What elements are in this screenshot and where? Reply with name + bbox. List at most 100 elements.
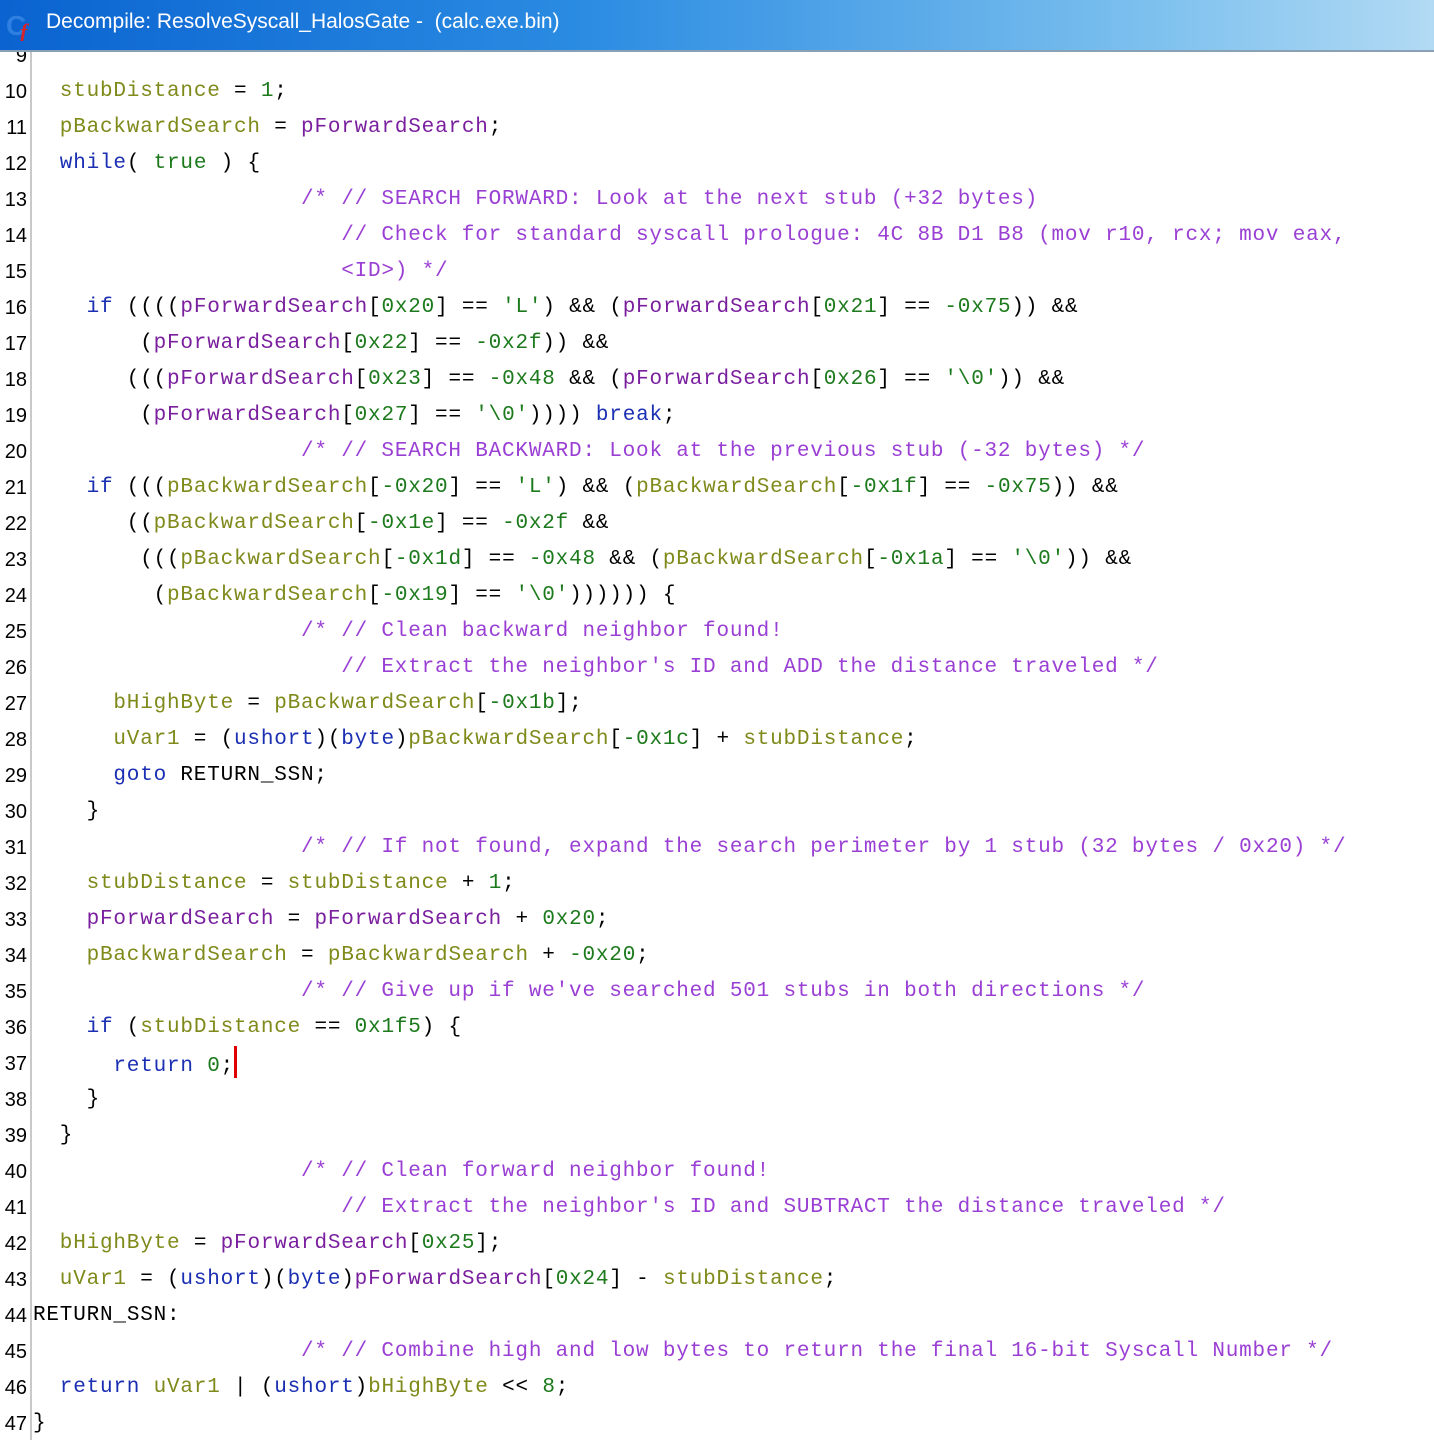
variable-token[interactable]: pBackwardSearch xyxy=(408,728,609,751)
operator-token[interactable]: } xyxy=(33,1412,46,1435)
char-literal-token[interactable]: 'L' xyxy=(502,296,542,319)
operator-token[interactable]: ] == xyxy=(918,476,985,499)
operator-token[interactable]: + xyxy=(502,908,542,931)
variable-token[interactable]: bHighByte xyxy=(60,1232,181,1255)
variable-token[interactable]: uVar1 xyxy=(60,1268,127,1291)
operator-token[interactable]: ((( xyxy=(113,476,167,499)
keyword-token[interactable]: if xyxy=(87,296,114,319)
variable-token[interactable]: uVar1 xyxy=(154,1376,221,1399)
operator-token[interactable]: ]; xyxy=(556,692,583,715)
code-text[interactable]: RETURN_SSN: xyxy=(33,1298,180,1334)
operator-token[interactable]: ) xyxy=(395,728,408,751)
code-text[interactable]: (((pBackwardSearch[-0x1d] == -0x48 && (p… xyxy=(140,542,1132,578)
operator-token[interactable]: )) && xyxy=(1065,548,1132,571)
code-line[interactable]: 47} xyxy=(0,1406,1434,1440)
code-text[interactable]: /* // SEARCH BACKWARD: Look at the previ… xyxy=(301,434,1145,470)
variable-token[interactable]: pBackwardSearch xyxy=(60,116,261,139)
char-literal-token[interactable]: '\0' xyxy=(1011,548,1065,571)
operator-token[interactable]: ] == xyxy=(877,368,944,391)
operator-token[interactable]: )) && xyxy=(1011,296,1078,319)
operator-token[interactable]: )))) xyxy=(529,404,596,427)
code-line[interactable]: 38} xyxy=(0,1082,1434,1118)
code-line[interactable]: 12 while( true ) { xyxy=(0,146,1434,182)
operator-token[interactable]: ] == xyxy=(408,404,475,427)
code-line[interactable]: 28 uVar1 = (ushort)(byte)pBackwardSearch[… xyxy=(0,722,1434,758)
operator-token[interactable]: && ( xyxy=(556,368,623,391)
operator-token[interactable]: = xyxy=(180,1232,220,1255)
operator-token[interactable]: (((( xyxy=(113,296,180,319)
operator-token[interactable]: ) && ( xyxy=(542,296,622,319)
operator-token[interactable]: = xyxy=(247,872,287,895)
variable-token[interactable]: stubDistance xyxy=(288,872,449,895)
variable-token[interactable]: bHighByte xyxy=(113,692,234,715)
number-token[interactable]: 0x23 xyxy=(368,368,422,391)
parameter-token[interactable]: pForwardSearch xyxy=(355,1268,543,1291)
operator-token[interactable]: ; xyxy=(221,1055,234,1078)
operator-token[interactable]: ((( xyxy=(140,548,180,571)
code-line[interactable]: 32 stubDistance = stubDistance + 1; xyxy=(0,866,1434,902)
code-text[interactable]: bHighByte = pForwardSearch[0x25]; xyxy=(60,1226,502,1262)
variable-token[interactable]: stubDistance xyxy=(87,872,248,895)
number-token[interactable]: 0x25 xyxy=(422,1232,476,1255)
number-token[interactable]: 8 xyxy=(542,1376,555,1399)
operator-token[interactable]: ] == xyxy=(422,368,489,391)
code-line[interactable]: 16 if ((((pForwardSearch[0x20] == 'L') &&… xyxy=(0,290,1434,326)
operator-token[interactable]: [ xyxy=(355,368,368,391)
code-text[interactable]: /* // If not found, expand the search pe… xyxy=(301,830,1346,866)
code-line[interactable]: 25 /* // Clean backward neighbor found! xyxy=(0,614,1434,650)
code-line[interactable]: 29 goto RETURN_SSN; xyxy=(0,758,1434,794)
number-token[interactable]: -0x48 xyxy=(489,368,556,391)
operator-token[interactable]: [ xyxy=(408,1232,421,1255)
keyword-token[interactable]: goto xyxy=(113,764,167,787)
variable-token[interactable]: stubDistance xyxy=(663,1268,824,1291)
operator-token[interactable]: ] == xyxy=(435,296,502,319)
variable-token[interactable]: pBackwardSearch xyxy=(636,476,837,499)
operator-token[interactable]: ] == xyxy=(435,512,502,535)
operator-token[interactable]: ; xyxy=(663,404,676,427)
code-line[interactable]: 11 pBackwardSearch = pForwardSearch; xyxy=(0,110,1434,146)
operator-token[interactable]: = ( xyxy=(127,1268,181,1291)
code-text[interactable]: (pForwardSearch[0x27] == '\0')))) break; xyxy=(140,398,676,434)
code-line[interactable]: 45 /* // Combine high and low bytes to re… xyxy=(0,1334,1434,1370)
operator-token[interactable]: RETURN_SSN; xyxy=(167,764,328,787)
number-token[interactable]: 0 xyxy=(207,1055,220,1078)
operator-token[interactable]: ( xyxy=(154,584,167,607)
code-line[interactable]: 30} xyxy=(0,794,1434,830)
char-literal-token[interactable]: 'L' xyxy=(515,476,555,499)
number-token[interactable]: -0x48 xyxy=(529,548,596,571)
operator-token[interactable]: [ xyxy=(810,368,823,391)
code-text[interactable]: } xyxy=(33,1406,46,1440)
keyword-token[interactable]: return xyxy=(60,1376,140,1399)
operator-token[interactable]: } xyxy=(87,1088,100,1111)
operator-token[interactable]: = ( xyxy=(180,728,234,751)
code-text[interactable]: (pForwardSearch[0x22] == -0x2f)) && xyxy=(140,326,609,362)
operator-token[interactable]: = xyxy=(274,908,314,931)
code-line[interactable]: 10 stubDistance = 1; xyxy=(0,74,1434,110)
operator-token[interactable]: ; xyxy=(904,728,917,751)
code-line[interactable]: 43 uVar1 = (ushort)(byte)pForwardSearch[0… xyxy=(0,1262,1434,1298)
operator-token[interactable]: [ xyxy=(609,728,622,751)
operator-token[interactable]: ; xyxy=(596,908,609,931)
code-text[interactable]: // Extract the neighbor's ID and ADD the… xyxy=(341,650,1159,686)
code-line[interactable]: 27 bHighByte = pBackwardSearch[-0x1b]; xyxy=(0,686,1434,722)
comment-token[interactable]: /* // Combine high and low bytes to retu… xyxy=(301,1340,1333,1363)
operator-token[interactable]: ) && ( xyxy=(556,476,636,499)
code-line[interactable]: 46 return uVar1 | (ushort)bHighByte << 8; xyxy=(0,1370,1434,1406)
operator-token[interactable]: ] == xyxy=(877,296,944,319)
code-line[interactable]: 35 /* // Give up if we've searched 501 st… xyxy=(0,974,1434,1010)
operator-token[interactable]: } xyxy=(60,1124,73,1147)
number-token[interactable]: true xyxy=(154,152,208,175)
operator-token[interactable]: )) && xyxy=(998,368,1065,391)
code-text[interactable]: stubDistance = 1; xyxy=(60,74,288,110)
comment-token[interactable]: /* // Give up if we've searched 501 stub… xyxy=(301,980,1145,1003)
parameter-token[interactable]: pForwardSearch xyxy=(314,908,502,931)
comment-token[interactable]: /* // Clean backward neighbor found! xyxy=(301,620,783,643)
parameter-token[interactable]: pForwardSearch xyxy=(154,332,342,355)
number-token[interactable]: -0x75 xyxy=(944,296,1011,319)
operator-token[interactable]: } xyxy=(87,800,100,823)
operator-token[interactable]: )( xyxy=(261,1268,288,1291)
operator-token[interactable]: | ( xyxy=(221,1376,275,1399)
operator-token[interactable]: [ xyxy=(810,296,823,319)
number-token[interactable]: 0x20 xyxy=(542,908,596,931)
number-token[interactable]: 0x26 xyxy=(824,368,878,391)
